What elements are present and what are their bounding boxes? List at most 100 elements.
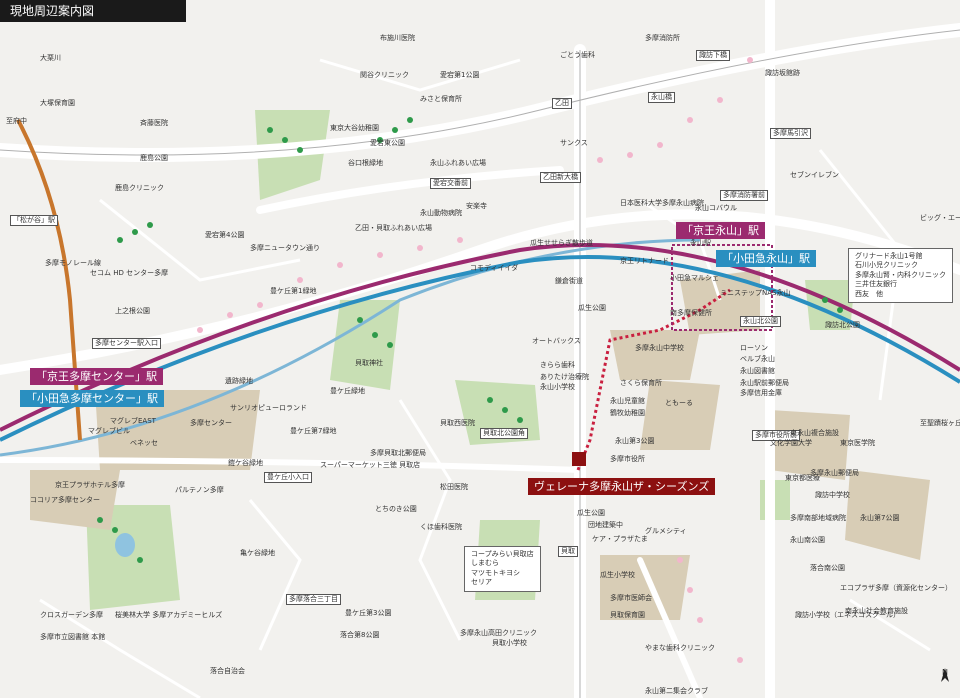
- place-label: 永山駅前郵便局: [740, 379, 789, 387]
- place-label: ベルブ永山: [740, 355, 775, 363]
- place-label: スーパーマーケット三徳 貝取店: [320, 461, 421, 469]
- place-label: 永山第二集会クラブ: [645, 687, 708, 695]
- area-map[interactable]: 現地周辺案内図 「京王永山」駅 「小田急永山」駅 「京王多摩センター」駅 「小田…: [0, 0, 960, 698]
- place-label: 多摩消防所: [645, 34, 680, 42]
- place-label: 永山南公園: [790, 536, 825, 544]
- road-label-kaitori-kita-koen-kado: 貝取北公園角: [480, 428, 528, 439]
- place-label: 斉藤医院: [140, 119, 168, 127]
- place-label: 多摩市役所: [610, 455, 645, 463]
- place-label: 永山ふれあい広場: [430, 159, 486, 167]
- place-label: ごとう歯科: [560, 51, 595, 59]
- road-label-tamaochiai-sanchome: 多摩落合三丁目: [286, 594, 341, 605]
- info-coop-line: セリア: [471, 578, 492, 587]
- road-label-tamauma-sawa: 多摩馬引沢: [770, 128, 811, 139]
- info-box-grinade: グリナード永山1号館 石川小児クリニック 多摩永山腎・内科クリニック 三井住友銀…: [848, 248, 953, 304]
- place-label: ローソン: [740, 344, 768, 352]
- place-label: 京王リトナード: [620, 257, 669, 265]
- station-odakyu-tamacenter[interactable]: 「小田急多摩センター」駅: [20, 390, 164, 407]
- place-label: 永山駅: [690, 239, 711, 247]
- place-label: エコプラザ多摩（資源化センター）: [840, 584, 952, 592]
- place-label: 愛宕第4公園: [205, 231, 245, 239]
- place-label: 南多摩保健所: [670, 309, 712, 317]
- place-label: 落合南公園: [810, 564, 845, 572]
- place-label: 永山第3公園: [615, 437, 655, 445]
- place-label: 至府中: [6, 117, 27, 125]
- place-label: 愛宕第1公園: [440, 71, 480, 79]
- place-label: コモディイイダ: [470, 264, 519, 272]
- compass-icon: N: [934, 668, 956, 692]
- place-label: 鹿島クリニック: [115, 184, 164, 192]
- place-label: 瓜生公園: [577, 509, 605, 517]
- station-matsugaya[interactable]: 「松が谷」駅: [10, 215, 58, 226]
- place-label: 谷口根緑地: [348, 159, 383, 167]
- place-label: 松田医院: [440, 483, 468, 491]
- place-label: 京王プラザホテル多摩: [55, 481, 125, 489]
- place-label: 愛宕東公園: [370, 139, 405, 147]
- place-label: ともーる: [665, 399, 693, 407]
- place-label: 布施川医院: [380, 34, 415, 42]
- place-label: 永山コバウル: [695, 204, 737, 212]
- place-label: セコム HD センター多摩: [90, 269, 169, 277]
- place-label: 鎌倉街道: [555, 277, 583, 285]
- place-label: ありたけ治療院: [540, 373, 589, 381]
- road-label-otsuta: 乙田: [552, 98, 572, 109]
- place-label: ココリア多摩センター: [30, 496, 100, 504]
- info-coop-line: コープみらい貝取店: [471, 550, 534, 558]
- place-label: 団地建築中: [588, 521, 623, 529]
- place-label: 鎧ケ谷緑地: [228, 459, 263, 467]
- road-label-suwashimohashi: 諏訪下橋: [696, 50, 730, 61]
- place-label: 上之根公園: [115, 307, 150, 315]
- map-canvas: [0, 0, 960, 698]
- road-label-tama-shobosho-mae: 多摩消防署前: [720, 190, 768, 201]
- place-label: 落合第8公園: [340, 631, 380, 639]
- place-label: パルテノン多摩: [175, 486, 224, 494]
- road-label-toyogaoka-shogakko-iriguchi: 豊ケ丘小入口: [264, 472, 312, 483]
- place-label: 遺跡緑地: [225, 377, 253, 385]
- road-label-aitani-kosaten: 愛宕交番前: [430, 178, 471, 189]
- place-label: さくら保育所: [620, 379, 662, 387]
- place-label: 永山小学校: [540, 383, 575, 391]
- road-label-otsuta-shin-ohashi: 乙田新大橋: [540, 172, 581, 183]
- place-label: 豊ケ丘第7緑地: [290, 427, 337, 435]
- road-label-tamacenter-eki-iriguchi: 多摩センター駅入口: [92, 338, 161, 349]
- place-label: サンクス: [560, 139, 588, 147]
- station-odakyu-nagayama[interactable]: 「小田急永山」駅: [716, 250, 816, 267]
- station-keio-tamacenter[interactable]: 「京王多摩センター」駅: [30, 368, 163, 385]
- place-label: オートバックス: [532, 337, 581, 345]
- place-label: 南永山社会教育施設: [845, 607, 908, 615]
- place-label: サンリオピューロランド: [230, 404, 307, 412]
- place-label: 貝取西医院: [440, 419, 475, 427]
- place-label: とちのき公園: [375, 505, 417, 513]
- place-label: 多摩貝取北郵便局: [370, 449, 426, 457]
- info-grinade-line: 多摩永山腎・内科クリニック: [855, 270, 946, 279]
- place-label: 多摩永山高田クリニック: [460, 629, 537, 637]
- place-label: 日本医科大学多摩永山病院: [620, 199, 704, 207]
- place-label: 大塚保育園: [40, 99, 75, 107]
- property-label[interactable]: ヴェレーナ多摩永山ザ・シーズンズ: [528, 478, 716, 495]
- place-label: 安楽寺: [466, 202, 487, 210]
- place-label: 大栗川: [40, 54, 61, 62]
- place-label: 瓜生小学校: [600, 571, 635, 579]
- place-label: 多摩信用金庫: [740, 389, 782, 397]
- place-label: グルメシティ: [645, 527, 687, 535]
- place-label: 亀ケ谷緑地: [240, 549, 275, 557]
- place-label: 東京都医療: [785, 474, 820, 482]
- place-label: 多摩モノレール線: [45, 259, 101, 267]
- place-label: 多摩永山中学校: [635, 344, 684, 352]
- place-label: 東永山複合施設: [790, 429, 839, 437]
- place-label: 落合自治会: [210, 667, 245, 675]
- place-label: 豊ケ丘第3公園: [345, 609, 392, 617]
- place-label: 貝取小学校: [492, 639, 527, 647]
- place-label: 永山図書館: [740, 367, 775, 375]
- place-label: 豊ケ丘緑地: [330, 387, 365, 395]
- place-label: 瓜生公園: [578, 304, 606, 312]
- place-label: 多摩南部地域病院: [790, 514, 846, 522]
- place-label: 東京大谷幼稚園: [330, 124, 379, 132]
- place-label: 貝取神社: [355, 359, 383, 367]
- station-keio-nagayama[interactable]: 「京王永山」駅: [676, 222, 765, 239]
- place-label: 諏訪坂館跡: [765, 69, 800, 77]
- place-label: 多摩市立図書館 本館: [40, 633, 106, 641]
- info-grinade-line: 西友 他: [855, 289, 883, 298]
- place-label: クロスガーデン多摩: [40, 611, 103, 619]
- place-label: 鶴牧幼稚園: [610, 409, 645, 417]
